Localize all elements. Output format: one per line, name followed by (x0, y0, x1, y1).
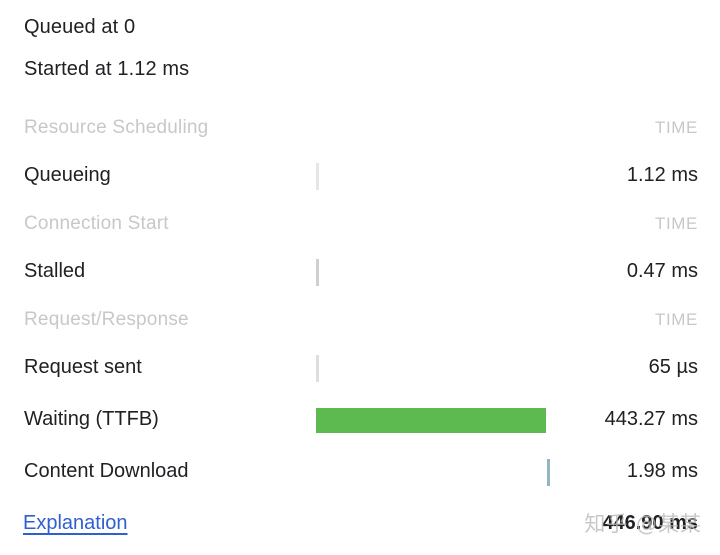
timing-row-label: Stalled (24, 260, 86, 282)
timing-row-duration: 443.27 ms (604, 408, 698, 430)
timing-row[interactable]: Request sent 65 µs (0, 348, 720, 400)
timing-row-label: Request sent (24, 356, 142, 378)
timing-row-duration: 65 µs (648, 356, 698, 378)
timing-group-title: Connection Start (24, 213, 169, 234)
timing-group-header: Resource Scheduling TIME (0, 112, 720, 156)
summary-started-at: Started at 1.12 ms (24, 58, 190, 80)
network-timing-panel: Queued at 0 Started at 1.12 ms Resource … (0, 0, 720, 555)
timing-row-label: Waiting (TTFB) (24, 408, 159, 430)
total-time-value: 446.90 ms (602, 512, 698, 534)
time-column-header: TIME (654, 118, 698, 137)
timing-breakdown-table: Resource Scheduling TIME Queueing 1.12 ms Co… (0, 112, 720, 504)
timing-bar-track (0, 252, 720, 304)
timing-bar-thin (316, 355, 319, 382)
timing-group-header: Request/Response TIME (0, 304, 720, 348)
timing-row-duration: 0.47 ms (626, 260, 698, 282)
explanation-link[interactable]: Explanation (23, 512, 128, 535)
timing-row-label: Content Download (24, 460, 189, 482)
timing-row-duration: 1.98 ms (626, 460, 698, 482)
timing-row-duration: 1.12 ms (626, 164, 698, 186)
timing-row[interactable]: Stalled 0.47 ms (0, 252, 720, 304)
timing-row-label: Queueing (24, 164, 111, 186)
time-column-header: TIME (654, 310, 698, 329)
time-column-header: TIME (654, 214, 698, 233)
timing-bar (316, 408, 546, 433)
timing-group-header: Connection Start TIME (0, 208, 720, 252)
summary-queued-at: Queued at 0 (24, 16, 136, 38)
timing-row[interactable]: Waiting (TTFB) 443.27 ms (0, 400, 720, 452)
timing-bar-thin (316, 163, 319, 190)
timing-bar-thin (547, 459, 550, 486)
timing-group-title: Request/Response (24, 309, 189, 330)
timing-group-title: Resource Scheduling (24, 117, 209, 138)
timing-bar-thin (316, 259, 319, 286)
timing-footer: Explanation 446.90 ms (0, 500, 720, 555)
timing-row[interactable]: Queueing 1.12 ms (0, 156, 720, 208)
timing-row[interactable]: Content Download 1.98 ms (0, 452, 720, 504)
